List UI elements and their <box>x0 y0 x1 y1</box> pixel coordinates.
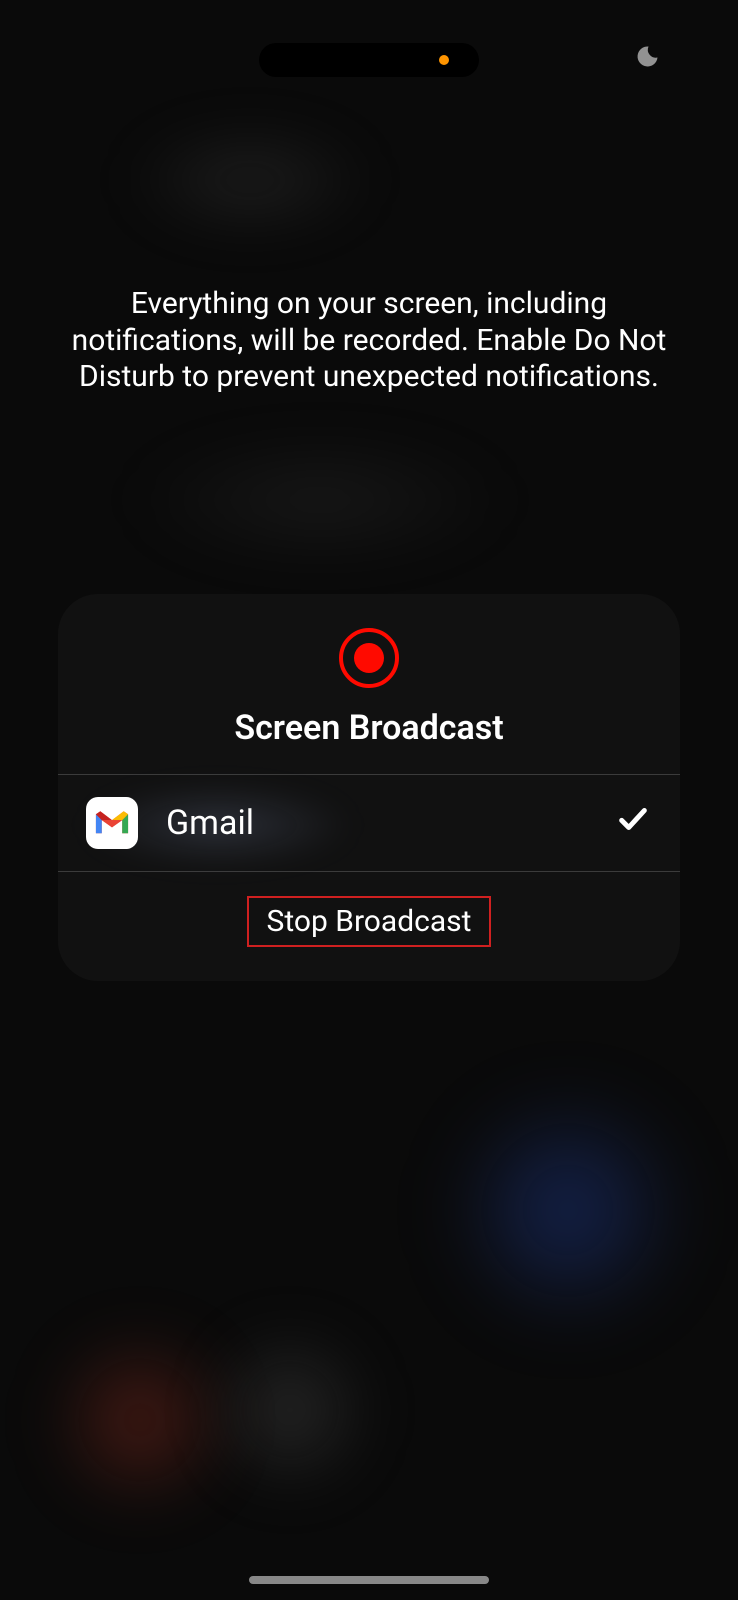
microphone-indicator-dot <box>439 55 449 65</box>
stop-broadcast-button[interactable]: Stop Broadcast <box>247 896 492 947</box>
status-bar <box>0 40 738 80</box>
recording-warning-text: Everything on your screen, including not… <box>60 286 678 396</box>
broadcast-app-row-gmail[interactable]: Gmail <box>58 775 680 871</box>
home-indicator[interactable] <box>249 1576 489 1584</box>
broadcast-card-header: Screen Broadcast <box>58 594 680 774</box>
broadcast-card: Screen Broadcast Gmail Stop Broadcast <box>58 594 680 981</box>
broadcast-app-name: Gmail <box>166 803 588 843</box>
dynamic-island <box>259 43 479 77</box>
record-icon <box>339 628 399 688</box>
do-not-disturb-moon-icon <box>636 44 660 72</box>
checkmark-icon <box>616 802 650 845</box>
gmail-app-icon <box>86 797 138 849</box>
broadcast-title: Screen Broadcast <box>234 708 503 748</box>
